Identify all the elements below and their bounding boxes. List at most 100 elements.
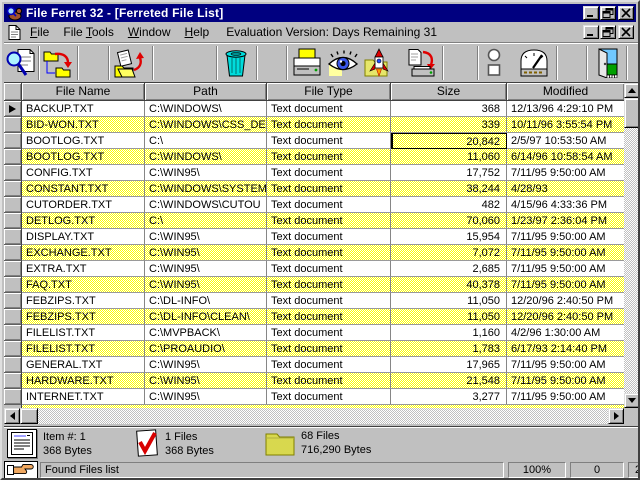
cell-size[interactable]: 2,685 [391, 261, 507, 277]
table-row[interactable]: BACKUP.TXT C:\WINDOWS\ Text document 368… [4, 101, 624, 117]
cell-path[interactable]: C:\WINDOWS\CUTOU [145, 197, 267, 213]
cell-path[interactable]: C:\WIN95\ [145, 277, 267, 293]
cell-size[interactable]: 3,277 [391, 389, 507, 405]
exit-button[interactable] [588, 46, 624, 80]
table-row[interactable]: FEBZIPS.TXT C:\DL-INFO\CLEAN\ Text docum… [4, 309, 624, 325]
menu-help[interactable]: Help [178, 23, 217, 41]
cell-file-type[interactable]: Text document [267, 245, 391, 261]
statistics-button[interactable] [514, 46, 554, 80]
cell-path[interactable]: C:\WIN95\ [145, 373, 267, 389]
cell-size[interactable]: 21,548 [391, 373, 507, 389]
vertical-scroll-thumb[interactable] [624, 98, 640, 128]
row-selector[interactable] [4, 245, 22, 261]
cell-file-type[interactable]: Text document [267, 165, 391, 181]
table-row[interactable]: FEBZIPS.TXT C:\DL-INFO\ Text document 11… [4, 293, 624, 309]
cell-file-type[interactable]: Text document [267, 197, 391, 213]
cell-size[interactable]: 482 [391, 197, 507, 213]
cell-file-name[interactable]: EXTRA.TXT [22, 261, 145, 277]
scroll-up-button[interactable] [624, 83, 640, 98]
cell-file-type[interactable]: Text document [267, 133, 391, 149]
table-row[interactable]: HARDWARE.TXT C:\WIN95\ Text document 21,… [4, 373, 624, 389]
cell-modified[interactable]: 12/20/96 2:40:50 PM [507, 293, 624, 309]
cell-path[interactable]: C:\WIN95\ [145, 165, 267, 181]
row-selector[interactable] [4, 133, 22, 149]
cell-modified[interactable]: 7/11/95 9:50:00 AM [507, 373, 624, 389]
cell-file-type[interactable]: Text document [267, 341, 391, 357]
document-system-icon[interactable] [8, 25, 21, 40]
export-list-button[interactable] [402, 46, 442, 80]
table-row[interactable]: DETLOG.TXT C:\ Text document 70,060 1/23… [4, 213, 624, 229]
row-selector[interactable] [4, 309, 22, 325]
cell-file-name[interactable]: BID-WON.TXT [22, 117, 145, 133]
row-selector[interactable] [4, 149, 22, 165]
cell-size[interactable]: 11,060 [391, 149, 507, 165]
cell-file-type[interactable]: Text document [267, 293, 391, 309]
cell-size[interactable]: 40,378 [391, 277, 507, 293]
row-selector[interactable] [4, 261, 22, 277]
cell-modified[interactable]: 6/14/96 10:58:54 AM [507, 149, 624, 165]
header-selector[interactable] [4, 83, 22, 101]
folder-tree-button[interactable] [40, 46, 76, 80]
cell-file-name[interactable]: BACKUP.TXT [22, 101, 145, 117]
cell-file-name[interactable]: CUTORDER.TXT [22, 197, 145, 213]
table-row[interactable]: GENERAL.TXT C:\WIN95\ Text document 17,9… [4, 357, 624, 373]
cell-file-name[interactable]: FILELIST.TXT [22, 325, 145, 341]
cell-file-name[interactable]: FILELIST.TXT [22, 341, 145, 357]
table-row[interactable]: EXTRA.TXT C:\WIN95\ Text document 2,685 … [4, 261, 624, 277]
cell-file-name[interactable]: INTERNET.TXT [22, 389, 145, 405]
cell-path[interactable]: C:\WINDOWS\ [145, 149, 267, 165]
cell-file-type[interactable]: Text document [267, 101, 391, 117]
child-minimize-button[interactable] [583, 25, 599, 39]
cell-path[interactable]: C:\WINDOWS\ [145, 101, 267, 117]
cell-file-name[interactable]: CONFIG.TXT [22, 165, 145, 181]
cell-file-type[interactable]: Text document [267, 117, 391, 133]
row-selector[interactable] [4, 357, 22, 373]
table-row[interactable]: FILELIST.TXT C:\PROAUDIO\ Text document … [4, 341, 624, 357]
row-selector[interactable] [4, 341, 22, 357]
table-row[interactable]: BID-WON.TXT C:\WINDOWS\CSS_DE Text docum… [4, 117, 624, 133]
cell-file-name[interactable]: DISPLAY.TXT [22, 229, 145, 245]
cell-file-type[interactable]: Text document [267, 277, 391, 293]
cell-modified[interactable]: 4/15/96 4:33:36 PM [507, 197, 624, 213]
cell-file-name[interactable]: DETLOG.TXT [22, 213, 145, 229]
view-file-button[interactable] [325, 46, 361, 80]
row-selector[interactable] [4, 181, 22, 197]
cell-path[interactable]: C:\WIN95\ [145, 261, 267, 277]
cell-path[interactable]: C:\WIN95\ [145, 229, 267, 245]
cell-modified[interactable]: 7/11/95 9:50:00 AM [507, 277, 624, 293]
row-selector[interactable] [4, 213, 22, 229]
cell-size[interactable]: 11,050 [391, 309, 507, 325]
cell-file-name[interactable]: EXCHANGE.TXT [22, 245, 145, 261]
cell-modified[interactable]: 2/5/97 10:53:50 AM [507, 133, 624, 149]
row-selector[interactable] [4, 197, 22, 213]
table-row[interactable]: CUTORDER.TXT C:\WINDOWS\CUTOU Text docum… [4, 197, 624, 213]
cell-size[interactable]: 20,842 [391, 133, 507, 149]
cell-modified[interactable]: 7/11/95 9:50:00 AM [507, 357, 624, 373]
cell-file-name[interactable]: FAQ.TXT [22, 277, 145, 293]
cell-size[interactable]: 1,783 [391, 341, 507, 357]
cell-file-type[interactable]: Text document [267, 261, 391, 277]
close-button[interactable] [618, 6, 634, 20]
cell-size[interactable]: 368 [391, 101, 507, 117]
cell-file-name[interactable]: FEBZIPS.TXT [22, 309, 145, 325]
cell-size[interactable]: 17,752 [391, 165, 507, 181]
cell-size[interactable]: 38,244 [391, 181, 507, 197]
cell-modified[interactable]: 12/20/96 2:40:50 PM [507, 309, 624, 325]
cell-size[interactable]: 11,050 [391, 293, 507, 309]
table-row[interactable]: BOOTLOG.TXT C:\WINDOWS\ Text document 11… [4, 149, 624, 165]
cell-file-type[interactable]: Text document [267, 213, 391, 229]
menu-file[interactable]: File [23, 23, 56, 41]
cell-modified[interactable]: 7/11/95 9:50:00 AM [507, 261, 624, 277]
cell-modified[interactable]: 4/28/93 [507, 181, 624, 197]
table-row[interactable]: CONSTANT.TXT C:\WINDOWS\SYSTEM Text docu… [4, 181, 624, 197]
cell-modified[interactable]: 7/11/95 9:50:00 AM [507, 245, 624, 261]
child-close-button[interactable] [618, 25, 634, 39]
cell-path[interactable]: C:\WINDOWS\CSS_DE [145, 117, 267, 133]
cell-modified[interactable]: 1/23/97 2:36:04 PM [507, 213, 624, 229]
cell-modified[interactable]: 12/13/96 4:29:10 PM [507, 101, 624, 117]
cell-file-name[interactable]: BOOTLOG.TXT [22, 133, 145, 149]
cell-modified[interactable]: 10/11/96 3:55:54 PM [507, 117, 624, 133]
row-selector[interactable] [4, 293, 22, 309]
row-selector[interactable] [4, 117, 22, 133]
header-size[interactable]: Size [391, 83, 507, 101]
